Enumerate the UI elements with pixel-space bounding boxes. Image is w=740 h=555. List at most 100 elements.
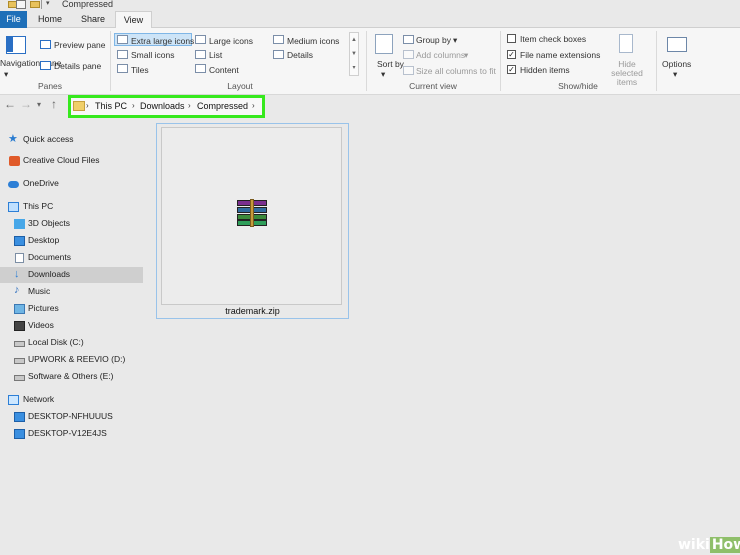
options-button[interactable]: Options: [662, 59, 691, 69]
chevron-down-icon: ▾: [673, 69, 678, 79]
recent-locations-icon[interactable]: ▾: [37, 100, 41, 109]
sidebar-item-pictures[interactable]: Pictures: [0, 301, 143, 317]
group-by-button[interactable]: Group by: [416, 35, 451, 45]
chevron-down-icon: ▾: [4, 69, 9, 79]
sidebar-item-label: Local Disk (C:): [28, 337, 84, 347]
layout-large-icons[interactable]: Large icons: [209, 36, 253, 46]
layout-medium-icons[interactable]: Medium icons: [287, 36, 339, 46]
breadcrumb-this-pc[interactable]: This PC: [95, 101, 127, 111]
expand-icon[interactable]: ▾: [350, 61, 358, 75]
properties-icon[interactable]: [16, 0, 26, 9]
group-label-current-view: Current view: [409, 81, 457, 91]
sidebar-item-desktop[interactable]: Desktop: [0, 233, 143, 249]
preview-pane-icon: [40, 40, 51, 49]
hide-selected-items-button[interactable]: Hide selected items: [602, 60, 652, 87]
up-arrow-icon[interactable]: ↑: [51, 97, 57, 111]
sidebar-item-local-disk-c[interactable]: Local Disk (C:): [0, 335, 143, 351]
sidebar-item-3d-objects[interactable]: 3D Objects: [0, 216, 143, 232]
sidebar-item-this-pc[interactable]: This PC: [0, 199, 143, 215]
item-check-boxes-checkbox[interactable]: [507, 34, 516, 43]
layout-list[interactable]: List: [209, 50, 222, 60]
layout-small-icons[interactable]: Small icons: [131, 50, 174, 60]
sidebar-item-label: Documents: [28, 252, 71, 262]
large-icons-icon: [195, 35, 206, 44]
details-pane-button[interactable]: Details pane: [54, 61, 101, 71]
cube-icon: [14, 219, 25, 229]
content-icon: [195, 64, 206, 73]
tab-view[interactable]: View: [115, 11, 152, 29]
chevron-right-icon[interactable]: ›: [188, 101, 191, 110]
layout-extra-large-icons[interactable]: Extra large icons: [131, 36, 194, 46]
divider: [366, 31, 367, 91]
sidebar-item-label: Pictures: [28, 303, 59, 313]
sidebar-item-documents[interactable]: Documents: [0, 250, 143, 266]
sidebar-item-label: OneDrive: [23, 178, 59, 188]
chevron-right-icon[interactable]: ›: [86, 101, 89, 110]
chevron-right-icon[interactable]: ›: [252, 101, 255, 110]
chevron-right-icon[interactable]: ›: [132, 101, 135, 110]
customize-toolbar-icon[interactable]: ▾: [46, 0, 56, 8]
layout-scrollbar[interactable]: ▲ ▼ ▾: [349, 32, 359, 76]
sidebar-item-quick-access[interactable]: ★ Quick access: [0, 132, 143, 148]
sidebar-item-desktop-v12e4js[interactable]: DESKTOP-V12E4JS: [0, 426, 143, 442]
forward-arrow-icon[interactable]: →: [20, 97, 32, 111]
layout-content[interactable]: Content: [209, 65, 239, 75]
sidebar-item-drive-d[interactable]: UPWORK & REEVIO (D:): [0, 352, 143, 368]
layout-tiles[interactable]: Tiles: [131, 65, 149, 75]
sidebar-item-videos[interactable]: Videos: [0, 318, 143, 334]
watermark-how: How: [709, 537, 740, 553]
hide-selected-icon: [619, 34, 633, 53]
medium-icons-icon: [273, 35, 284, 44]
new-folder-icon[interactable]: [30, 1, 40, 8]
file-name-label[interactable]: trademark.zip: [156, 306, 349, 316]
add-columns-button[interactable]: Add columns: [416, 50, 465, 60]
sidebar-item-label: DESKTOP-NFHUUUS: [28, 411, 113, 421]
size-columns-icon: [403, 66, 414, 75]
chevron-down-icon: ▾: [381, 69, 386, 79]
navigation-pane-icon[interactable]: [6, 36, 26, 54]
sidebar-item-label: Music: [28, 286, 51, 296]
chevron-down-icon: ▾: [453, 35, 458, 45]
size-all-columns-button[interactable]: Size all columns to fit: [416, 66, 496, 76]
breadcrumb-compressed[interactable]: Compressed: [197, 101, 248, 111]
music-note-icon: ♪: [14, 284, 20, 296]
tab-file[interactable]: File: [0, 11, 27, 28]
tab-share[interactable]: Share: [70, 11, 116, 28]
sidebar-item-label: Network: [23, 394, 55, 404]
network-icon: [8, 395, 19, 405]
star-icon: ★: [8, 133, 18, 145]
address-bar[interactable]: › This PC › Downloads › Compressed ›: [68, 95, 265, 118]
sidebar-item-onedrive[interactable]: OneDrive: [0, 176, 143, 192]
add-columns-icon: [403, 50, 414, 59]
group-by-icon: [403, 35, 414, 44]
sidebar-item-label: Downloads: [28, 269, 71, 279]
creative-cloud-icon: [9, 156, 20, 166]
breadcrumb-downloads[interactable]: Downloads: [140, 101, 185, 111]
file-name-extensions-checkbox[interactable]: ✓: [507, 50, 516, 59]
sidebar-item-creative-cloud[interactable]: Creative Cloud Files: [0, 153, 143, 169]
file-name-extensions-label: File name extensions: [520, 50, 601, 60]
scroll-up-icon[interactable]: ▲: [350, 33, 358, 47]
group-label-layout: Layout: [227, 81, 253, 91]
sidebar-item-desktop-nfhuuus[interactable]: DESKTOP-NFHUUUS: [0, 409, 143, 425]
drive-icon: [14, 375, 25, 381]
sort-by-button[interactable]: Sort by: [377, 59, 404, 69]
sidebar-item-music[interactable]: ♪ Music: [0, 284, 143, 300]
navigation-pane-button[interactable]: Navigation pane: [0, 58, 61, 68]
film-icon: [14, 321, 25, 331]
sort-by-icon: [375, 34, 393, 54]
layout-details[interactable]: Details: [287, 50, 313, 60]
preview-pane-button[interactable]: Preview pane: [54, 40, 106, 50]
sidebar-item-downloads[interactable]: ↓ Downloads: [0, 267, 143, 283]
sidebar-item-drive-e[interactable]: Software & Others (E:): [0, 369, 143, 385]
sidebar-item-network[interactable]: Network: [0, 392, 143, 408]
tab-home[interactable]: Home: [30, 11, 70, 28]
picture-icon: [14, 304, 25, 314]
small-icons-icon: [117, 50, 128, 59]
hidden-items-checkbox[interactable]: ✓: [507, 65, 516, 74]
scroll-down-icon[interactable]: ▼: [350, 47, 358, 61]
document-icon: [15, 253, 24, 263]
hidden-items-label: Hidden items: [520, 65, 570, 75]
sidebar-item-label: 3D Objects: [28, 218, 71, 228]
back-arrow-icon[interactable]: ←: [4, 97, 16, 111]
